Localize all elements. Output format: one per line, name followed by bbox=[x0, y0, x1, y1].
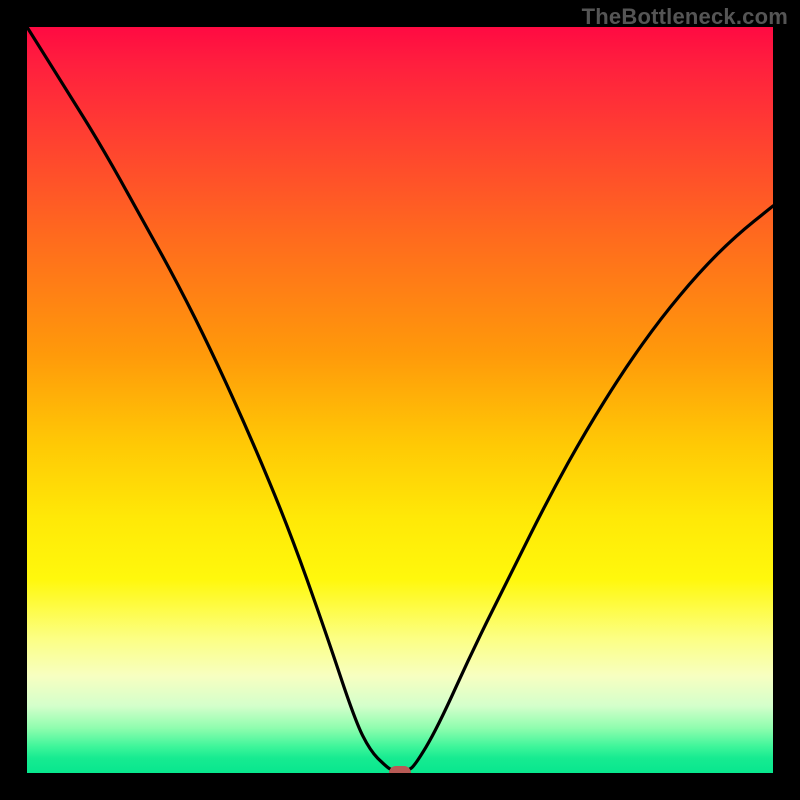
bottleneck-curve-svg bbox=[27, 27, 773, 773]
watermark-text: TheBottleneck.com bbox=[582, 4, 788, 30]
plot-area bbox=[27, 27, 773, 773]
chart-frame: TheBottleneck.com bbox=[0, 0, 800, 800]
bottleneck-curve-path bbox=[27, 27, 773, 772]
optimal-point-marker bbox=[389, 766, 411, 773]
